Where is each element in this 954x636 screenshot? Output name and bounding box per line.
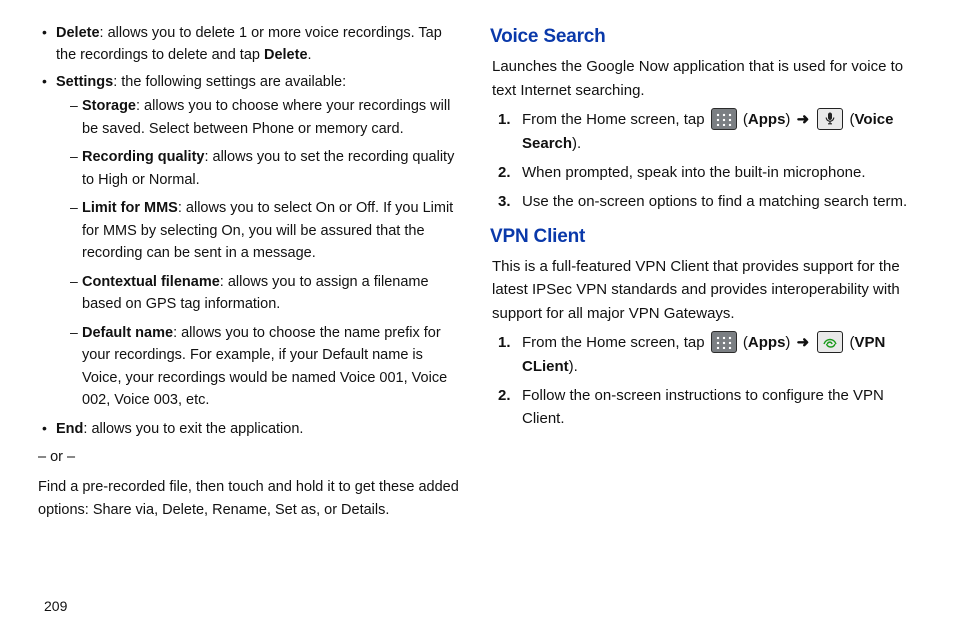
sub-limit-mms: Limit for MMS: allows you to select On o…	[56, 197, 462, 264]
apps-grid-icon	[711, 331, 737, 353]
sub-label: Recording quality	[82, 149, 204, 165]
vpn-intro: This is a full-featured VPN Client that …	[492, 255, 916, 325]
right-column: Voice Search Launches the Google Now app…	[492, 22, 916, 521]
closing-paragraph: Find a pre-recorded file, then touch and…	[38, 476, 462, 521]
sub-contextual-filename: Contextual filename: allows you to assig…	[56, 271, 462, 316]
sub-default-name: Default name: allows you to choose the n…	[56, 322, 462, 412]
apps-label: Apps	[748, 334, 786, 351]
microphone-icon	[817, 108, 843, 130]
step-text: Follow the on-screen instructions to con…	[522, 387, 884, 427]
sub-text: : allows you to choose where your record…	[82, 98, 450, 136]
step-1: 1. From the Home screen, tap (Apps) ➜ (V…	[492, 108, 916, 155]
bullet-label: End	[56, 421, 83, 437]
bullet-label: Delete	[56, 25, 100, 41]
step-text-prefix: From the Home screen, tap	[522, 334, 709, 351]
step-2: 2. Follow the on-screen instructions to …	[492, 384, 916, 431]
bullet-end: End: allows you to exit the application.	[38, 418, 462, 440]
sub-label: Contextual filename	[82, 274, 220, 290]
step-number: 3.	[498, 190, 511, 213]
arrow-icon: ➜	[797, 334, 810, 351]
bullet-tail-bold: Delete	[264, 47, 308, 63]
bullet-label: Settings	[56, 74, 113, 90]
step-number: 2.	[498, 384, 511, 407]
bullet-text: : the following settings are available:	[113, 74, 346, 90]
step-number: 1.	[498, 331, 511, 354]
bullet-text: : allows you to delete 1 or more voice r…	[56, 25, 442, 63]
step-number: 1.	[498, 108, 511, 131]
voice-search-intro: Launches the Google Now application that…	[492, 55, 916, 102]
sub-label: Storage	[82, 98, 136, 114]
sub-recording-quality: Recording quality: allows you to set the…	[56, 146, 462, 191]
bullet-tail: .	[308, 47, 312, 63]
left-column: Delete: allows you to delete 1 or more v…	[38, 22, 462, 521]
step-text-prefix: From the Home screen, tap	[522, 111, 709, 128]
step-text: When prompted, speak into the built-in m…	[522, 164, 866, 181]
heading-vpn-client: VPN Client	[490, 222, 916, 251]
vpn-steps: 1. From the Home screen, tap (Apps) ➜ (V…	[492, 331, 916, 431]
bullet-settings: Settings: the following settings are ava…	[38, 71, 462, 412]
apps-grid-icon	[711, 108, 737, 130]
bullet-text: : allows you to exit the application.	[83, 421, 303, 437]
voice-search-steps: 1. From the Home screen, tap (Apps) ➜ (V…	[492, 108, 916, 214]
sub-label: Limit for MMS	[82, 200, 178, 216]
step-text: Use the on-screen options to find a matc…	[522, 193, 907, 210]
step-number: 2.	[498, 161, 511, 184]
or-divider: – or –	[38, 446, 462, 468]
sub-label: Default name	[82, 325, 173, 341]
step-1: 1. From the Home screen, tap (Apps) ➜ (V…	[492, 331, 916, 378]
step-3: 3. Use the on-screen options to find a m…	[492, 190, 916, 213]
step-2: 2. When prompted, speak into the built-i…	[492, 161, 916, 184]
bullet-delete: Delete: allows you to delete 1 or more v…	[38, 22, 462, 67]
page-number: 209	[44, 596, 67, 618]
apps-label: Apps	[748, 111, 786, 128]
arrow-icon: ➜	[797, 111, 810, 128]
sub-storage: Storage: allows you to choose where your…	[56, 95, 462, 140]
heading-voice-search: Voice Search	[490, 22, 916, 51]
vpn-swirl-icon	[817, 331, 843, 353]
